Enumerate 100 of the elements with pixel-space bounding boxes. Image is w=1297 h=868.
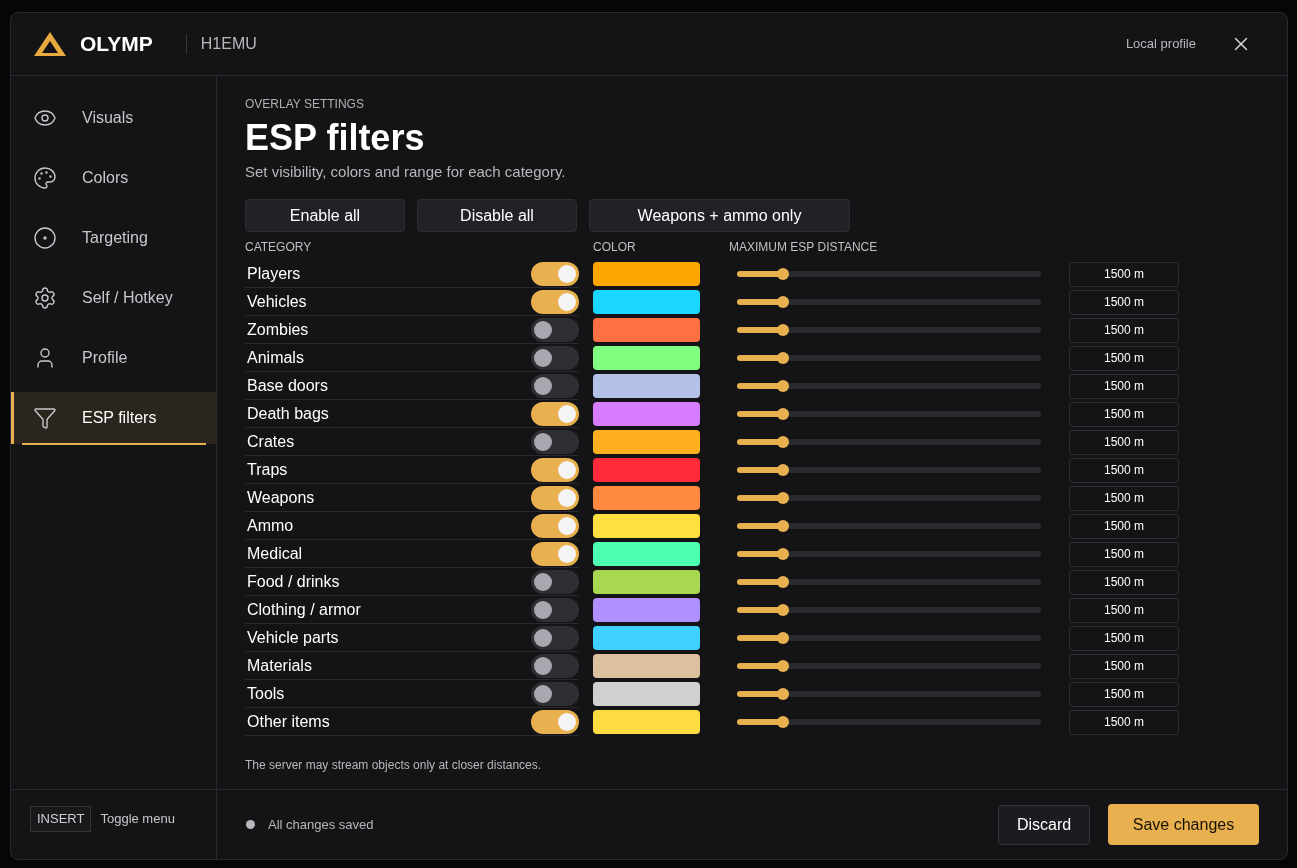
distance-slider[interactable] bbox=[737, 355, 1041, 361]
sidebar-item[interactable]: ESP filters bbox=[11, 392, 216, 444]
toggle-switch[interactable] bbox=[531, 597, 579, 622]
color-swatch[interactable] bbox=[593, 374, 700, 398]
slider-thumb[interactable] bbox=[776, 632, 789, 644]
slider-thumb[interactable] bbox=[776, 520, 789, 532]
toggle-switch[interactable] bbox=[531, 429, 579, 454]
preset-button[interactable]: Weapons + ammo only bbox=[589, 199, 850, 232]
toggle-switch[interactable] bbox=[531, 569, 579, 594]
color-swatch[interactable] bbox=[593, 430, 700, 454]
color-swatch[interactable] bbox=[593, 710, 700, 734]
distance-slider[interactable] bbox=[737, 299, 1041, 305]
slider-thumb[interactable] bbox=[776, 352, 789, 364]
toggle-switch[interactable] bbox=[531, 513, 579, 538]
distance-field[interactable]: 1500 m bbox=[1069, 373, 1179, 399]
toggle-switch[interactable] bbox=[531, 373, 579, 398]
distance-field[interactable]: 1500 m bbox=[1069, 485, 1179, 511]
sidebar-item[interactable]: Visuals bbox=[11, 88, 216, 148]
sidebar-item[interactable]: Profile bbox=[11, 328, 216, 388]
slider-thumb[interactable] bbox=[776, 576, 789, 588]
color-swatch[interactable] bbox=[593, 458, 700, 482]
color-swatch[interactable] bbox=[593, 682, 700, 706]
distance-slider[interactable] bbox=[737, 691, 1041, 697]
color-swatch[interactable] bbox=[593, 654, 700, 678]
distance-field[interactable]: 1500 m bbox=[1069, 261, 1179, 287]
distance-slider[interactable] bbox=[737, 495, 1041, 501]
toggle-switch[interactable] bbox=[531, 541, 579, 566]
distance-slider[interactable] bbox=[737, 607, 1041, 613]
slider-thumb[interactable] bbox=[776, 716, 789, 728]
toggle-switch[interactable] bbox=[531, 261, 579, 286]
color-swatch[interactable] bbox=[593, 262, 700, 286]
profile-label[interactable]: Local profile bbox=[1125, 34, 1196, 54]
slider-thumb[interactable] bbox=[776, 324, 789, 336]
sidebar-item[interactable]: Colors bbox=[11, 148, 216, 208]
toggle-switch[interactable] bbox=[531, 317, 579, 342]
distance-field[interactable]: 1500 m bbox=[1069, 709, 1179, 735]
color-swatch[interactable] bbox=[593, 402, 700, 426]
distance-slider[interactable] bbox=[737, 467, 1041, 473]
distance-field[interactable]: 1500 m bbox=[1069, 681, 1179, 707]
distance-slider[interactable] bbox=[737, 551, 1041, 557]
toggle-switch[interactable] bbox=[531, 681, 579, 706]
preset-button[interactable]: Enable all bbox=[245, 199, 405, 232]
distance-slider[interactable] bbox=[737, 719, 1041, 725]
distance-field[interactable]: 1500 m bbox=[1069, 429, 1179, 455]
toggle-switch[interactable] bbox=[531, 345, 579, 370]
distance-field[interactable]: 1500 m bbox=[1069, 597, 1179, 623]
discard-button[interactable]: Discard bbox=[998, 804, 1090, 845]
distance-field[interactable]: 1500 m bbox=[1069, 345, 1179, 371]
distance-slider[interactable] bbox=[737, 579, 1041, 585]
distance-field[interactable]: 1500 m bbox=[1069, 625, 1179, 651]
color-swatch[interactable] bbox=[593, 486, 700, 510]
distance-field[interactable]: 1500 m bbox=[1069, 317, 1179, 343]
color-swatch[interactable] bbox=[593, 318, 700, 342]
color-swatch[interactable] bbox=[593, 542, 700, 566]
distance-field[interactable]: 1500 m bbox=[1069, 541, 1179, 567]
distance-slider[interactable] bbox=[737, 523, 1041, 529]
sidebar-item[interactable]: Self / Hotkey bbox=[11, 268, 216, 328]
distance-note: The server may stream objects only at closer distances. bbox=[245, 757, 543, 774]
category-name: Base doors bbox=[246, 375, 329, 396]
slider-thumb[interactable] bbox=[776, 436, 789, 448]
preset-button[interactable]: Disable all bbox=[417, 199, 577, 232]
slider-thumb[interactable] bbox=[776, 604, 789, 616]
slider-thumb[interactable] bbox=[776, 380, 789, 392]
color-swatch[interactable] bbox=[593, 598, 700, 622]
distance-slider[interactable] bbox=[737, 271, 1041, 277]
category-name: Zombies bbox=[246, 319, 310, 340]
toggle-switch[interactable] bbox=[531, 625, 579, 650]
sidebar-item[interactable]: Targeting bbox=[11, 208, 216, 268]
slider-thumb[interactable] bbox=[776, 492, 789, 504]
slider-thumb[interactable] bbox=[776, 660, 789, 672]
color-swatch[interactable] bbox=[593, 570, 700, 594]
toggle-switch[interactable] bbox=[531, 289, 579, 314]
toggle-switch[interactable] bbox=[531, 709, 579, 734]
distance-slider[interactable] bbox=[737, 439, 1041, 445]
slider-thumb[interactable] bbox=[776, 268, 789, 280]
save-button[interactable]: Save changes bbox=[1108, 804, 1259, 845]
distance-slider[interactable] bbox=[737, 663, 1041, 669]
toggle-switch[interactable] bbox=[531, 401, 579, 426]
color-swatch[interactable] bbox=[593, 290, 700, 314]
slider-thumb[interactable] bbox=[776, 464, 789, 476]
distance-field[interactable]: 1500 m bbox=[1069, 289, 1179, 315]
distance-field[interactable]: 1500 m bbox=[1069, 513, 1179, 539]
slider-thumb[interactable] bbox=[776, 548, 789, 560]
color-swatch[interactable] bbox=[593, 514, 700, 538]
distance-field[interactable]: 1500 m bbox=[1069, 569, 1179, 595]
toggle-switch[interactable] bbox=[531, 485, 579, 510]
slider-thumb[interactable] bbox=[776, 408, 789, 420]
toggle-switch[interactable] bbox=[531, 653, 579, 678]
distance-slider[interactable] bbox=[737, 327, 1041, 333]
distance-field[interactable]: 1500 m bbox=[1069, 457, 1179, 483]
slider-thumb[interactable] bbox=[776, 688, 789, 700]
color-swatch[interactable] bbox=[593, 346, 700, 370]
distance-slider[interactable] bbox=[737, 411, 1041, 417]
distance-slider[interactable] bbox=[737, 383, 1041, 389]
distance-field[interactable]: 1500 m bbox=[1069, 653, 1179, 679]
slider-thumb[interactable] bbox=[776, 296, 789, 308]
distance-slider[interactable] bbox=[737, 635, 1041, 641]
color-swatch[interactable] bbox=[593, 626, 700, 650]
toggle-switch[interactable] bbox=[531, 457, 579, 482]
distance-field[interactable]: 1500 m bbox=[1069, 401, 1179, 427]
